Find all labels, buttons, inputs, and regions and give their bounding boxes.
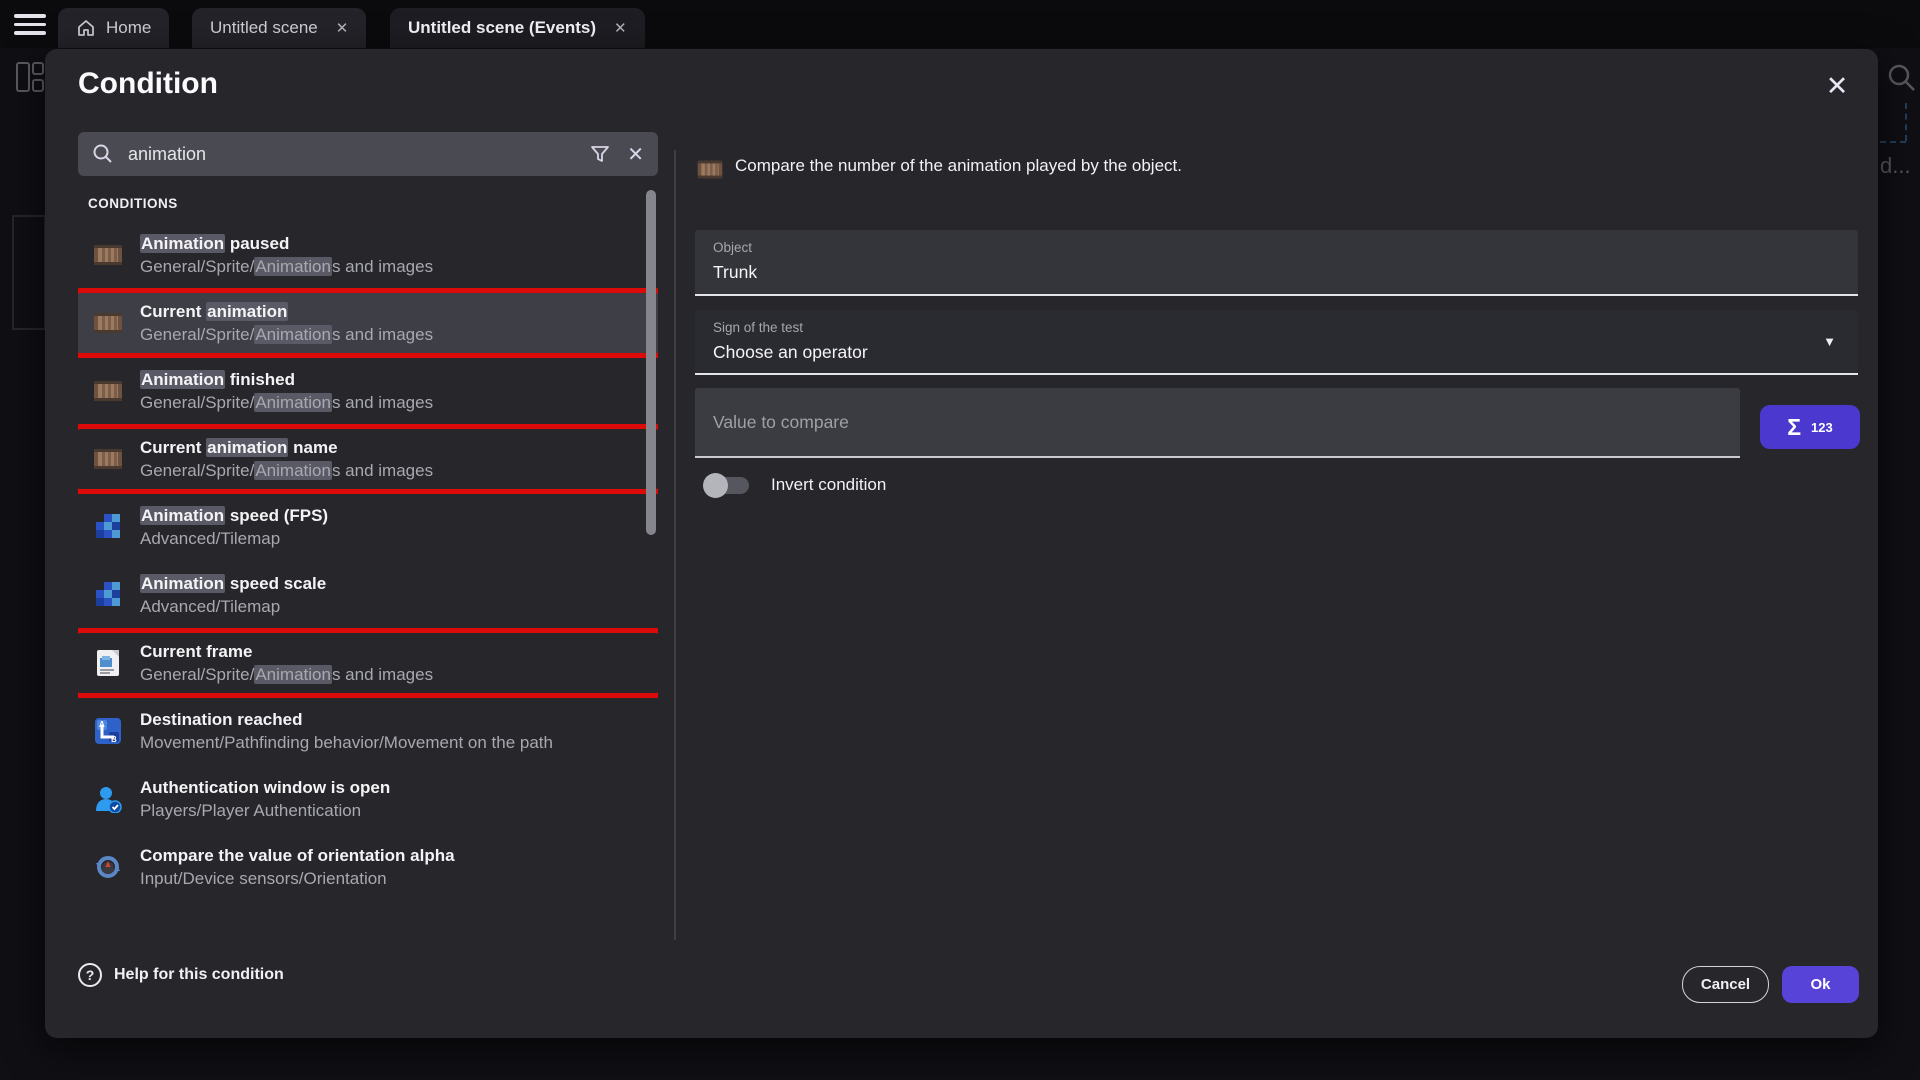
list-scrollbar[interactable] [646,190,656,535]
field-label: Sign of the test [713,320,803,335]
list-item[interactable]: Current animationGeneral/Sprite/Animatio… [78,293,658,353]
filter-icon[interactable] [589,143,611,165]
list-item-subtitle: Input/Device sensors/Orientation [140,867,455,890]
list-item-title: Animation finished [140,368,433,391]
value-field [695,388,1740,458]
list-item-text: Animation speed (FPS)Advanced/Tilemap [140,504,328,550]
invert-condition-row: Invert condition [695,469,886,501]
list-item-text: Animation speed scaleAdvanced/Tilemap [140,572,326,618]
list-item[interactable]: Animation speed (FPS)Advanced/Tilemap [78,497,658,557]
operator-select[interactable]: Sign of the test Choose an operator ▼ [695,310,1858,375]
tab-home[interactable]: Home [58,8,169,48]
film-strip-icon [90,243,126,267]
tab-label: Home [106,18,151,38]
film-strip-icon [697,159,723,185]
svg-text:A: A [99,720,105,729]
film-strip-icon [90,311,126,335]
list-item-subtitle: Movement/Pathfinding behavior/Movement o… [140,731,553,754]
field-label: Object [713,240,752,255]
list-item[interactable]: Animation pausedGeneral/Sprite/Animation… [78,225,658,285]
close-tab-icon[interactable]: ✕ [614,19,627,37]
list-item-text: Animation finishedGeneral/Sprite/Animati… [140,368,433,414]
list-item-title: Compare the value of orientation alpha [140,844,455,867]
value-input[interactable] [695,388,1740,456]
home-icon [76,18,96,38]
list-section-header: CONDITIONS [88,196,178,211]
list-item[interactable]: Animation speed scaleAdvanced/Tilemap [78,565,658,625]
list-item-subtitle: Players/Player Authentication [140,799,390,822]
orientation-icon [90,853,126,881]
list-item-text: Destination reachedMovement/Pathfinding … [140,708,553,754]
list-item[interactable]: Compare the value of orientation alphaIn… [78,837,658,897]
list-item-text: Current animationGeneral/Sprite/Animatio… [140,300,433,346]
list-item-text: Current animation nameGeneral/Sprite/Ani… [140,436,433,482]
sigma-icon: Σ [1787,414,1801,441]
film-strip-icon [90,447,126,471]
field-value: Trunk [713,262,757,283]
invert-condition-toggle[interactable] [703,469,755,501]
list-item-subtitle: General/Sprite/Animations and images [140,663,433,686]
cancel-button[interactable]: Cancel [1682,966,1769,1003]
condition-description: Compare the number of the animation play… [735,156,1182,176]
pathfinding-icon: AB [90,717,126,745]
panel-divider [674,150,676,940]
tab-untitled-scene[interactable]: Untitled scene ✕ [192,8,366,48]
list-item-title: Current frame [140,640,433,663]
player-authentication-icon [90,785,126,813]
list-item-subtitle: General/Sprite/Animations and images [140,391,433,414]
list-item-text: Authentication window is openPlayers/Pla… [140,776,390,822]
tab-bar: Home Untitled scene ✕ Untitled scene (Ev… [0,0,1920,48]
list-item-subtitle: General/Sprite/Animations and images [140,323,433,346]
list-item-title: Animation speed scale [140,572,326,595]
object-field[interactable]: Object Trunk [695,230,1858,296]
help-icon: ? [78,963,102,987]
tab-label: Untitled scene [210,18,318,38]
list-item-title: Animation speed (FPS) [140,504,328,527]
search-icon [92,143,114,165]
list-item[interactable]: AB Destination reachedMovement/Pathfindi… [78,701,658,761]
list-item-text: Compare the value of orientation alphaIn… [140,844,455,890]
clear-search-icon[interactable]: ✕ [627,142,644,167]
chevron-down-icon: ▼ [1823,334,1836,349]
app-window: Home Untitled scene ✕ Untitled scene (Ev… [0,0,1920,1080]
tilemap-icon [90,514,126,540]
tab-untitled-scene-events[interactable]: Untitled scene (Events) ✕ [390,8,645,48]
field-value: Choose an operator [713,342,868,363]
ok-button[interactable]: Ok [1782,966,1859,1003]
list-item-title: Current animation [140,300,433,323]
close-tab-icon[interactable]: ✕ [336,19,349,37]
frame-image-icon [90,649,126,677]
expression-editor-button[interactable]: Σ 123 [1760,405,1860,449]
list-item-subtitle: Advanced/Tilemap [140,527,328,550]
list-item-subtitle: General/Sprite/Animations and images [140,459,433,482]
list-item-text: Current frameGeneral/Sprite/Animations a… [140,640,433,686]
help-label: Help for this condition [114,966,284,984]
list-item[interactable]: Current animation nameGeneral/Sprite/Ani… [78,429,658,489]
list-item[interactable]: Current frameGeneral/Sprite/Animations a… [78,633,658,693]
list-item-title: Authentication window is open [140,776,390,799]
search-input[interactable] [128,144,589,165]
condition-dialog: Condition ✕ ✕ CONDITIONS Animation pause… [45,49,1878,1038]
svg-text:B: B [111,735,117,744]
film-strip-icon [90,379,126,403]
dialog-title: Condition [78,67,218,101]
list-item[interactable]: Animation finishedGeneral/Sprite/Animati… [78,361,658,421]
main-menu-icon[interactable] [14,14,46,35]
conditions-list: Animation pausedGeneral/Sprite/Animation… [78,225,658,925]
list-item-subtitle: Advanced/Tilemap [140,595,326,618]
list-item[interactable]: Authentication window is openPlayers/Pla… [78,769,658,829]
help-link[interactable]: ? Help for this condition [78,963,284,987]
list-item-title: Animation paused [140,232,433,255]
list-item-title: Current animation name [140,436,433,459]
toggle-label: Invert condition [771,475,886,495]
tilemap-icon [90,582,126,608]
condition-search: ✕ [78,132,658,176]
condition-detail-panel: Compare the number of the animation play… [695,49,1858,1038]
numeric-badge: 123 [1811,420,1833,435]
list-item-title: Destination reached [140,708,553,731]
list-item-subtitle: General/Sprite/Animations and images [140,255,433,278]
tab-label: Untitled scene (Events) [408,18,596,38]
list-item-text: Animation pausedGeneral/Sprite/Animation… [140,232,433,278]
